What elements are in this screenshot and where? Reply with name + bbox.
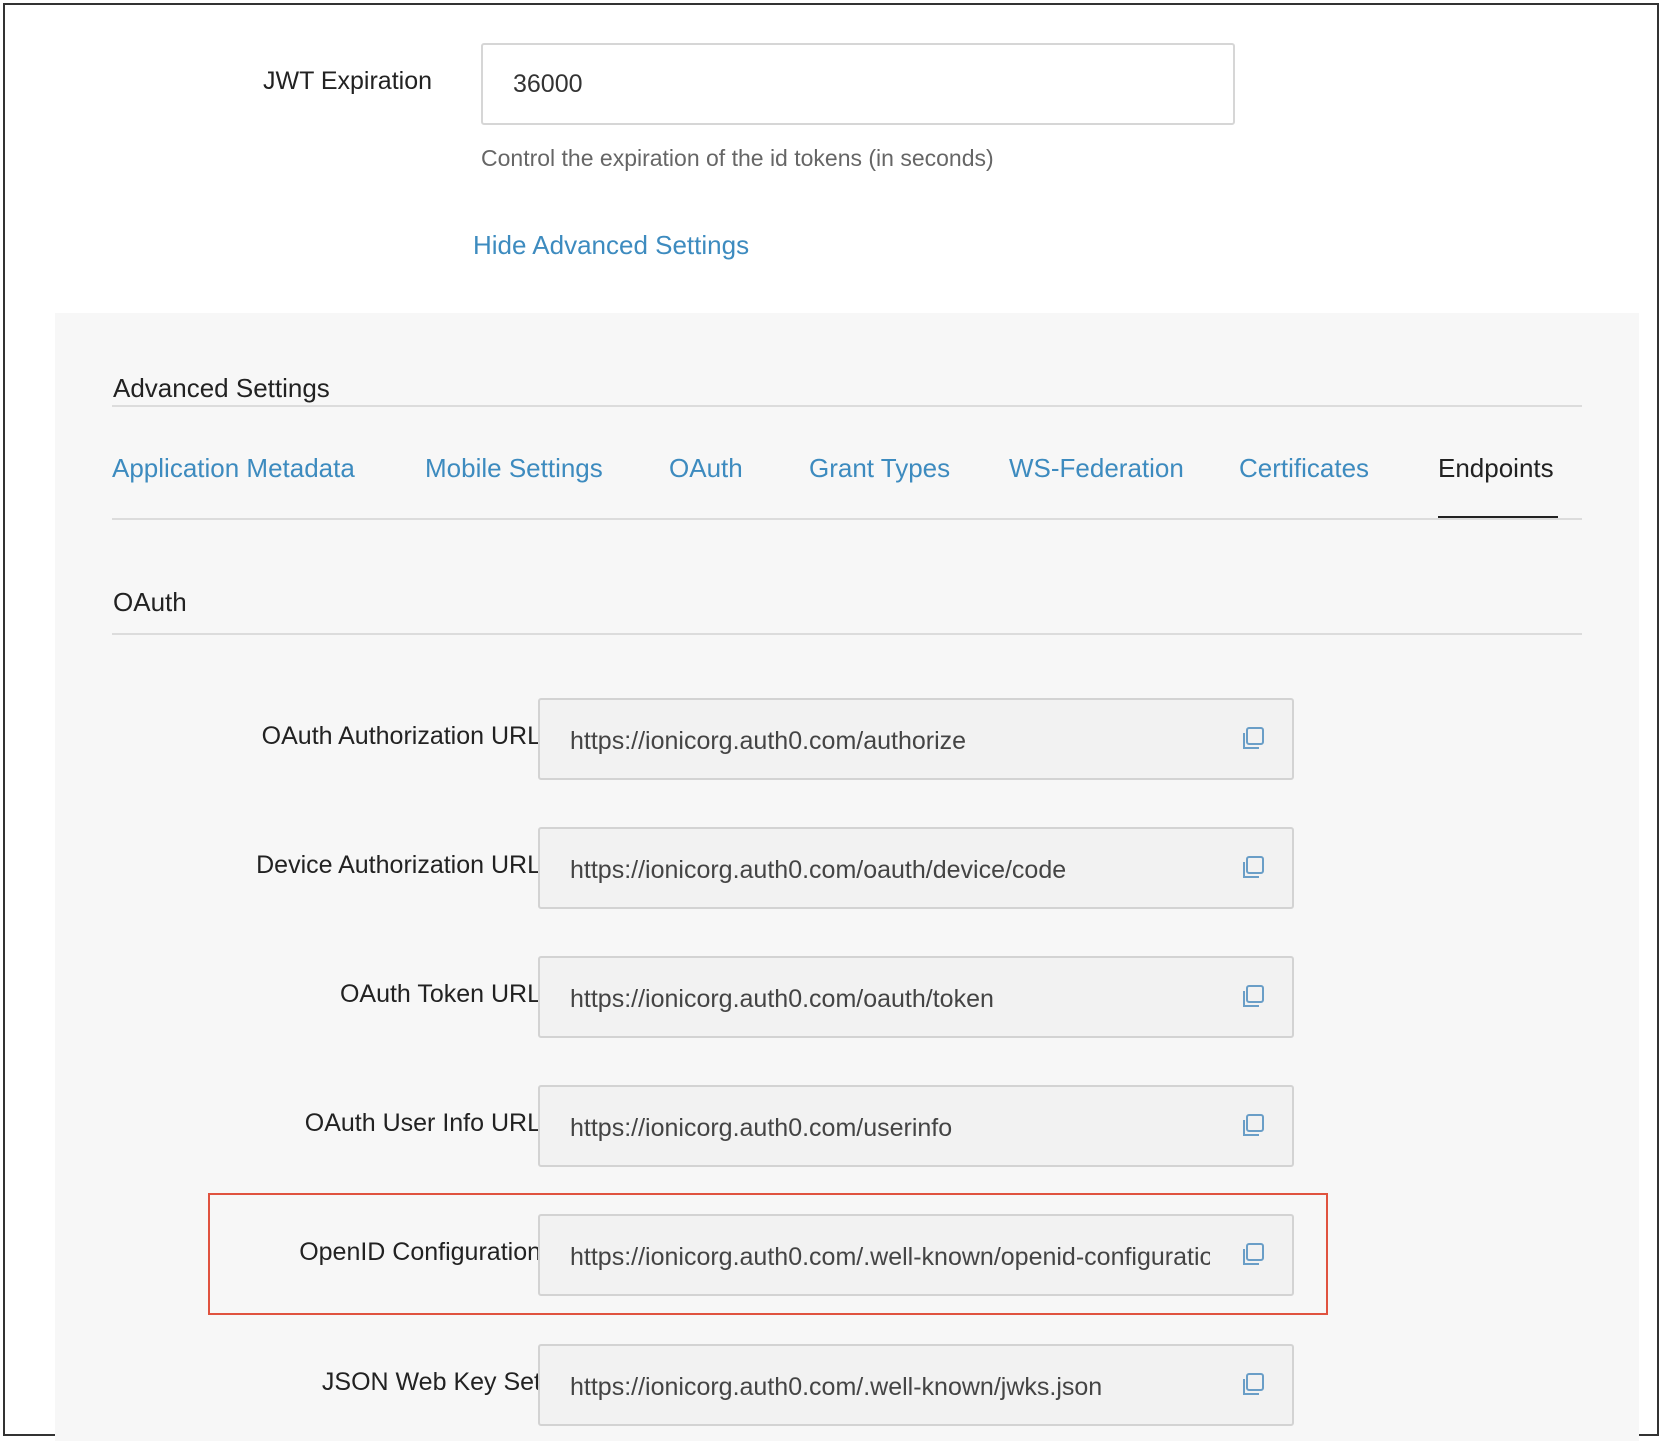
endpoint-field[interactable]: https://ionicorg.auth0.com/oauth/token [538, 956, 1294, 1038]
advanced-tabs: Application Metadata Mobile Settings OAu… [112, 453, 1582, 495]
endpoint-field[interactable]: https://ionicorg.auth0.com/userinfo [538, 1085, 1294, 1167]
advanced-settings-title: Advanced Settings [113, 373, 330, 403]
tab-ws-federation[interactable]: WS-Federation [1009, 453, 1184, 484]
endpoint-label: OAuth User Info URL [304, 1109, 541, 1137]
jwt-expiration-help: Control the expiration of the id tokens … [481, 145, 994, 171]
tab-certificates[interactable]: Certificates [1239, 453, 1369, 484]
endpoint-row-jwks: JSON Web Key Set https://ionicorg.auth0.… [55, 1344, 1639, 1426]
tab-grant-types[interactable]: Grant Types [809, 453, 950, 484]
jwt-expiration-label: JWT Expiration [262, 67, 432, 95]
endpoint-label: OAuth Token URL [339, 980, 541, 1008]
endpoint-label: JSON Web Key Set [321, 1368, 541, 1396]
tab-application-metadata[interactable]: Application Metadata [112, 453, 355, 484]
endpoint-value[interactable]: https://ionicorg.auth0.com/oauth/token [570, 985, 1210, 1014]
endpoint-value[interactable]: https://ionicorg.auth0.com/oauth/device/… [570, 856, 1210, 885]
copy-icon[interactable] [1240, 984, 1266, 1010]
endpoint-value[interactable]: https://ionicorg.auth0.com/authorize [570, 727, 1210, 756]
endpoint-row-oauth-token: OAuth Token URL https://ionicorg.auth0.c… [55, 956, 1639, 1038]
endpoint-field[interactable]: https://ionicorg.auth0.com/.well-known/j… [538, 1344, 1294, 1426]
copy-icon[interactable] [1240, 1372, 1266, 1398]
endpoint-label: Device Authorization URL [256, 851, 541, 879]
tab-endpoints[interactable]: Endpoints [1438, 453, 1554, 484]
copy-icon[interactable] [1240, 855, 1266, 881]
oauth-section-title: OAuth [113, 587, 187, 617]
endpoint-field[interactable]: https://ionicorg.auth0.com/oauth/device/… [538, 827, 1294, 909]
endpoint-value[interactable]: https://ionicorg.auth0.com/userinfo [570, 1114, 1210, 1143]
settings-frame: JWT Expiration Control the expiration of… [3, 3, 1659, 1441]
divider [112, 405, 1582, 407]
section-divider [112, 633, 1582, 635]
endpoint-value[interactable]: https://ionicorg.auth0.com/.well-known/j… [570, 1373, 1210, 1402]
tabs-divider [112, 518, 1582, 520]
jwt-expiration-input[interactable] [481, 43, 1235, 125]
tab-mobile-settings[interactable]: Mobile Settings [425, 453, 603, 484]
copy-icon[interactable] [1240, 726, 1266, 752]
openid-highlight-box [208, 1193, 1328, 1315]
endpoint-field[interactable]: https://ionicorg.auth0.com/authorize [538, 698, 1294, 780]
endpoint-label: OAuth Authorization URL [261, 722, 541, 750]
hide-advanced-settings-link[interactable]: Hide Advanced Settings [473, 230, 749, 261]
endpoint-row-oauth-authorization: OAuth Authorization URL https://ionicorg… [55, 698, 1639, 780]
endpoint-row-oauth-userinfo: OAuth User Info URL https://ionicorg.aut… [55, 1085, 1639, 1167]
tab-oauth[interactable]: OAuth [669, 453, 743, 484]
endpoint-row-device-authorization: Device Authorization URL https://ionicor… [55, 827, 1639, 909]
copy-icon[interactable] [1240, 1113, 1266, 1139]
